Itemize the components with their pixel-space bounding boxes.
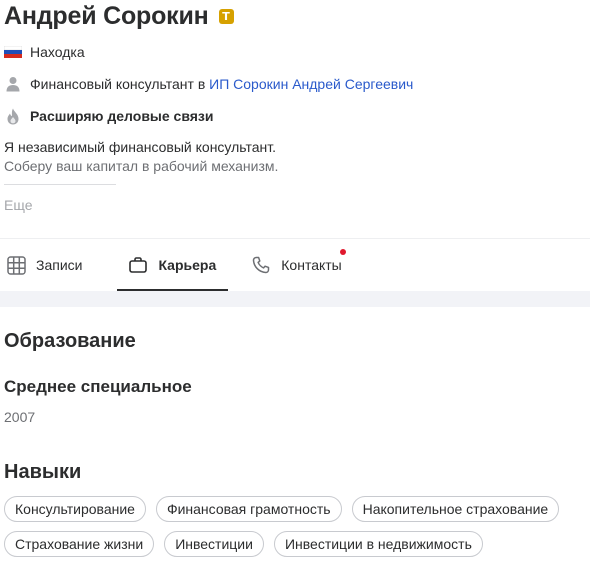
skill-chip[interactable]: Инвестиции в недвижимость — [273, 531, 483, 557]
skill-chip[interactable]: Инвестиции — [164, 531, 264, 557]
about-line-1: Я независимый финансовый консультант. — [4, 139, 277, 155]
education-level: Среднее специальное — [4, 377, 192, 396]
briefcase-icon — [128, 255, 148, 275]
profile-header: Андрей Сорокин T Находка Финансовый конс… — [0, 0, 590, 213]
goal-row: Расширяю деловые связи — [4, 107, 586, 125]
tab-career[interactable]: Карьера — [117, 239, 229, 291]
skill-chip[interactable]: Страхование жизни — [4, 531, 155, 557]
skill-chip[interactable]: Финансовая грамотность — [155, 496, 342, 522]
education-year: 2007 — [4, 409, 36, 425]
job-title: Финансовый консультант — [30, 76, 194, 92]
flame-icon — [4, 108, 22, 124]
skills-list: Консультирование Финансовая грамотность … — [4, 496, 590, 566]
profile-name: Андрей Сорокин — [4, 1, 209, 30]
notification-dot — [339, 249, 346, 255]
tab-posts[interactable]: Записи — [6, 239, 82, 291]
skills-title: Навыки — [4, 461, 82, 483]
verified-badge-icon[interactable]: T — [218, 8, 234, 24]
name-row: Андрей Сорокин T — [4, 0, 586, 32]
phone-icon — [251, 255, 271, 275]
russia-flag-icon — [4, 44, 22, 60]
about-line-2: Соберу ваш капитал в рабочий механизм. — [4, 158, 279, 174]
career-section: Образование Среднее специальное 2007 Нав… — [4, 307, 590, 566]
about-fade-divider — [4, 184, 116, 185]
section-separator — [0, 291, 590, 307]
job-row: Финансовый консультант в ИП Сорокин Андр… — [4, 75, 586, 93]
job-preposition: в — [197, 76, 206, 92]
tab-career-label: Карьера — [158, 257, 217, 273]
tab-posts-label: Записи — [36, 257, 83, 273]
profile-tabs: Записи Карьера Контакты — [0, 238, 590, 291]
tab-contacts-label: Контакты — [281, 257, 342, 273]
city-row: Находка — [4, 43, 586, 61]
goal-text: Расширяю деловые связи — [30, 108, 214, 124]
education-title: Образование — [4, 330, 136, 352]
skill-chip[interactable]: Накопительное страхование — [351, 496, 560, 522]
more-link[interactable]: Еще — [4, 197, 586, 213]
about-text: Я независимый финансовый консультант. Со… — [4, 138, 586, 176]
tab-contacts[interactable]: Контакты — [251, 239, 346, 291]
company-link[interactable]: ИП Сорокин Андрей Сергеевич — [209, 76, 413, 92]
skill-chip[interactable]: Консультирование — [4, 496, 146, 522]
grid-icon — [6, 255, 26, 275]
person-icon — [4, 76, 22, 92]
city-text: Находка — [30, 44, 85, 60]
